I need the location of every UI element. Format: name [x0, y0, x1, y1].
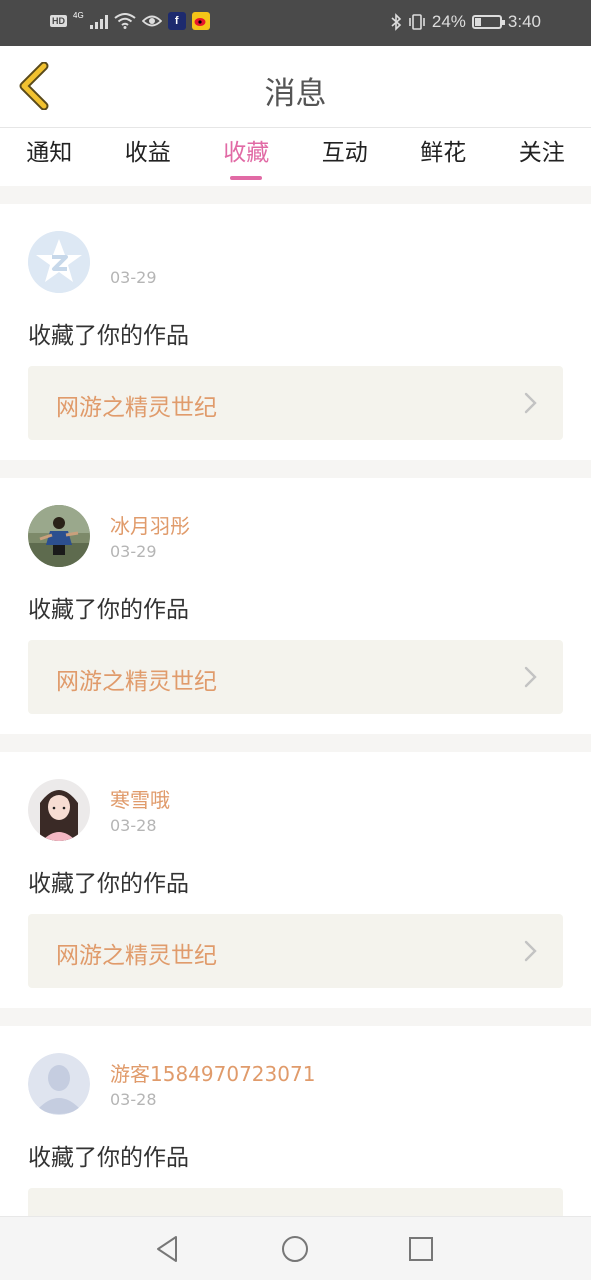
hd-icon: HD — [50, 15, 67, 27]
tab-notifications[interactable]: 通知 — [0, 128, 99, 186]
username[interactable]: 游客1584970723071 — [110, 1058, 315, 1087]
eye-icon — [141, 15, 162, 27]
screen: HD 4G f 24% 3:40 消息 通知 收益 收藏 互动 鲜花 关注 03… — [0, 0, 591, 1280]
home-circle-icon[interactable] — [279, 1233, 311, 1265]
system-nav-bar — [0, 1216, 591, 1280]
default-user-avatar-icon — [28, 1053, 90, 1115]
action-text: 收藏了你的作品 — [28, 323, 189, 349]
tab-flowers[interactable]: 鲜花 — [394, 128, 493, 186]
photo-avatar-icon — [28, 779, 90, 841]
chevron-right-icon — [524, 940, 537, 962]
tab-follows[interactable]: 关注 — [493, 128, 591, 186]
network-type: 4G — [73, 10, 84, 20]
work-title: 网游之精灵世纪 — [56, 395, 217, 421]
status-bar: HD 4G f 24% 3:40 — [0, 0, 591, 46]
action-text: 收藏了你的作品 — [28, 1145, 189, 1171]
message-list: 03-29 收藏了你的作品 网游之精灵世纪 冰月羽彤 03-29 收藏了你的作品… — [0, 204, 591, 1280]
vibrate-icon — [409, 14, 425, 30]
battery-percent: 24% — [431, 12, 466, 31]
message-date: 03-29 — [110, 268, 157, 287]
avatar[interactable] — [28, 231, 90, 293]
avatar[interactable] — [28, 1053, 90, 1115]
action-text: 收藏了你的作品 — [28, 597, 189, 623]
page-title: 消息 — [264, 76, 327, 112]
username[interactable]: 寒雪哦 — [110, 784, 170, 813]
tab-favorites[interactable]: 收藏 — [197, 128, 296, 186]
work-link[interactable]: 网游之精灵世纪 — [28, 640, 563, 714]
tab-interactions[interactable]: 互动 — [296, 128, 395, 186]
weibo-icon — [191, 12, 210, 30]
chevron-right-icon — [524, 392, 537, 414]
clock: 3:40 — [507, 12, 541, 31]
tab-bar: 通知 收益 收藏 互动 鲜花 关注 — [0, 128, 591, 186]
signal-icon — [89, 13, 108, 29]
qq-star-avatar-icon — [28, 231, 90, 293]
message-card: 寒雪哦 03-28 收藏了你的作品 网游之精灵世纪 — [0, 752, 591, 1008]
status-left: HD 4G f — [50, 10, 210, 30]
bluetooth-icon — [391, 13, 402, 31]
action-text: 收藏了你的作品 — [28, 871, 189, 897]
app-f-icon: f — [167, 12, 186, 30]
message-card: 03-29 收藏了你的作品 网游之精灵世纪 — [0, 204, 591, 460]
message-card: 冰月羽彤 03-29 收藏了你的作品 网游之精灵世纪 — [0, 478, 591, 734]
tab-earnings[interactable]: 收益 — [99, 128, 198, 186]
photo-avatar-icon — [28, 505, 90, 567]
battery-icon — [471, 15, 505, 29]
wifi-icon — [114, 13, 136, 29]
chevron-right-icon — [524, 666, 537, 688]
app-header: 消息 — [0, 46, 591, 128]
back-triangle-icon[interactable] — [152, 1233, 184, 1265]
message-date: 03-28 — [110, 816, 157, 835]
avatar[interactable] — [28, 779, 90, 841]
message-date: 03-28 — [110, 1090, 157, 1109]
recents-square-icon[interactable] — [405, 1233, 437, 1265]
avatar[interactable] — [28, 505, 90, 567]
status-right: 24% 3:40 — [390, 12, 541, 32]
work-title: 网游之精灵世纪 — [56, 669, 217, 695]
work-link[interactable]: 网游之精灵世纪 — [28, 366, 563, 440]
work-title: 网游之精灵世纪 — [56, 943, 217, 969]
username[interactable]: 冰月羽彤 — [110, 510, 190, 539]
message-date: 03-29 — [110, 542, 157, 561]
work-link[interactable]: 网游之精灵世纪 — [28, 914, 563, 988]
